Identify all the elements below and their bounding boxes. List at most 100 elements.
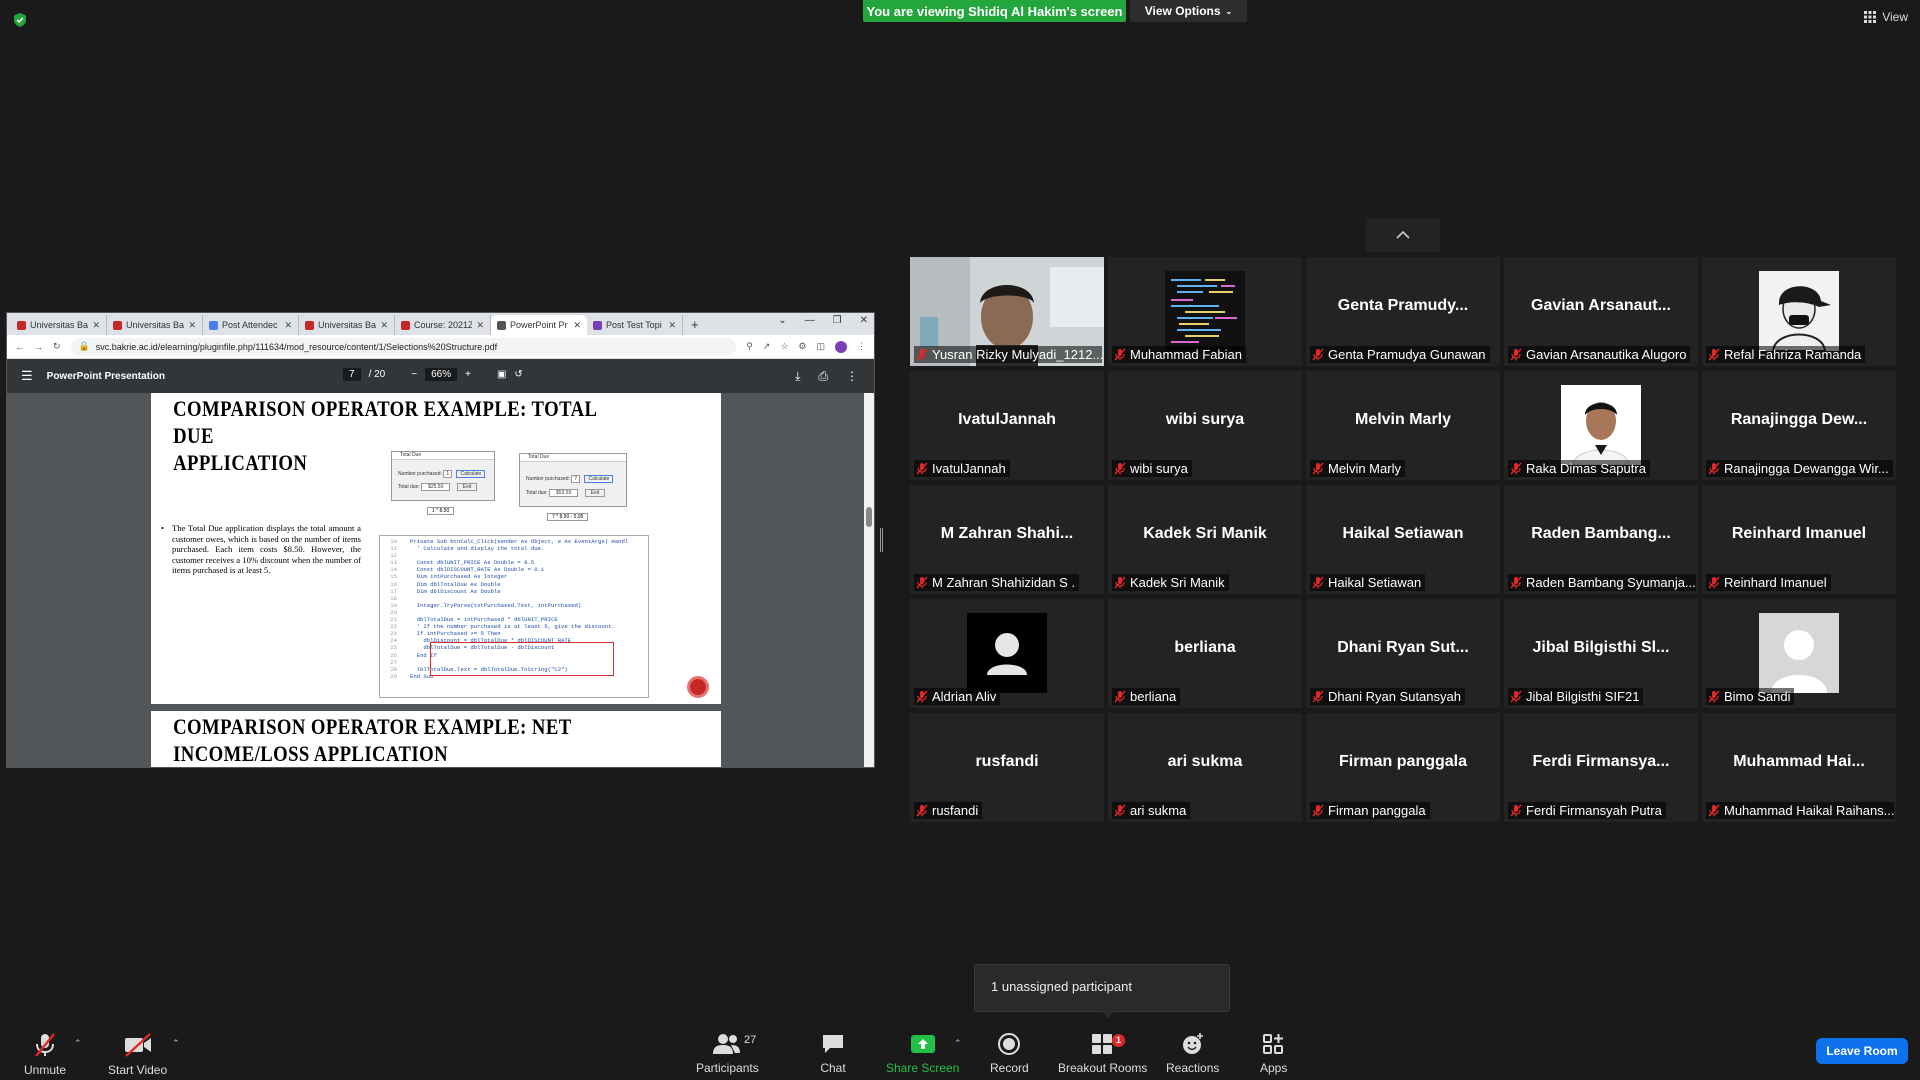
- zoom-icon[interactable]: ⚲: [746, 341, 753, 352]
- participant-tile[interactable]: Melvin Marly Melvin Marly: [1306, 371, 1500, 480]
- participant-tile[interactable]: Muhammad Fabian: [1108, 257, 1302, 366]
- restore-icon[interactable]: ❐: [833, 315, 842, 326]
- url-field[interactable]: 🔒 svc.bakrie.ac.id/elearning/pluginfile.…: [70, 337, 737, 356]
- browser-tab[interactable]: Universitas Ba ✕: [299, 315, 395, 335]
- participant-tile[interactable]: Jibal Bilgisthi Sl... Jibal Bilgisthi SIF…: [1504, 599, 1698, 708]
- rotate-icon[interactable]: ↺: [514, 369, 522, 380]
- security-shield-icon[interactable]: [12, 12, 28, 28]
- tab-search-icon[interactable]: ⌄: [778, 315, 786, 326]
- close-tab-icon[interactable]: ✕: [380, 320, 388, 331]
- participant-display-name: Firman panggala: [1338, 753, 1468, 770]
- participant-tile[interactable]: IvatulJannah IvatulJannah: [910, 371, 1104, 480]
- close-tab-icon[interactable]: ✕: [476, 320, 484, 331]
- mic-muted-icon: [1510, 462, 1522, 475]
- participant-name: Kadek Sri Manik: [1130, 575, 1225, 590]
- breakout-rooms-button[interactable]: Breakout Rooms: [1058, 1032, 1147, 1075]
- participant-tile[interactable]: M Zahran Shahi... M Zahran Shahizidan S .: [910, 485, 1104, 594]
- close-tab-icon[interactable]: ✕: [668, 320, 676, 331]
- minimize-icon[interactable]: —: [805, 315, 815, 326]
- reload-icon[interactable]: ↻: [53, 341, 61, 352]
- participant-tile[interactable]: Reinhard Imanuel Reinhard Imanuel: [1702, 485, 1896, 594]
- zoom-in-icon[interactable]: +: [465, 369, 471, 380]
- forward-icon[interactable]: →: [34, 342, 43, 352]
- zoom-level-input[interactable]: 66%: [425, 368, 458, 381]
- participant-tile[interactable]: Bimo Sandi: [1702, 599, 1896, 708]
- pdf-more-icon[interactable]: ⋮: [846, 369, 858, 384]
- bullet-text: The Total Due application displays the t…: [172, 523, 361, 575]
- unmute-button[interactable]: Unmute: [24, 1032, 66, 1077]
- share-options-icon[interactable]: ⌃: [954, 1038, 962, 1049]
- new-tab-icon[interactable]: +: [691, 317, 699, 332]
- view-label: View: [1882, 10, 1908, 24]
- close-tab-icon[interactable]: ✕: [284, 320, 292, 331]
- participant-name: Aldrian Aliv: [932, 689, 997, 704]
- bookmark-star-icon[interactable]: ☆: [780, 341, 788, 352]
- chat-button[interactable]: Chat: [820, 1032, 846, 1075]
- apps-button[interactable]: Apps: [1260, 1032, 1287, 1075]
- participant-tile[interactable]: Ranajingga Dew... Ranajingga Dewangga Wir…: [1702, 371, 1896, 480]
- pdf-scrollbar[interactable]: [864, 393, 874, 767]
- back-icon[interactable]: ←: [15, 342, 24, 352]
- participant-tile[interactable]: Kadek Sri Manik Kadek Sri Manik: [1108, 485, 1302, 594]
- browser-tab[interactable]: Post Attendec ✕: [203, 315, 299, 335]
- close-tab-icon[interactable]: ✕: [573, 320, 581, 331]
- participant-tile[interactable]: wibi surya wibi surya: [1108, 371, 1302, 480]
- browser-tab[interactable]: Post Test Topi ✕: [587, 315, 683, 335]
- participant-tile[interactable]: Yusran Rizky Mulyadi_1212...: [910, 257, 1104, 366]
- mic-muted-icon: [1114, 804, 1126, 817]
- participant-tile[interactable]: Muhammad Hai... Muhammad Haikal Raihans..…: [1702, 713, 1896, 822]
- print-icon[interactable]: ⎙: [818, 369, 828, 384]
- participant-tile[interactable]: Genta Pramudy... Genta Pramudya Gunawan: [1306, 257, 1500, 366]
- gallery-view-button[interactable]: View: [1864, 10, 1908, 24]
- fit-page-icon[interactable]: ▣: [497, 369, 506, 380]
- zoom-out-icon[interactable]: −: [411, 369, 417, 380]
- close-tab-icon[interactable]: ✕: [188, 320, 196, 331]
- leave-room-button[interactable]: Leave Room: [1816, 1038, 1908, 1064]
- participant-name-label: Bimo Sandi: [1706, 688, 1795, 705]
- resize-splitter[interactable]: [880, 528, 883, 552]
- sidepanel-icon[interactable]: ◫: [816, 341, 825, 352]
- browser-tab[interactable]: Universitas Ba ✕: [107, 315, 203, 335]
- browser-menu-icon[interactable]: ⋮: [857, 341, 866, 352]
- participant-tile[interactable]: Haikal Setiawan Haikal Setiawan: [1306, 485, 1500, 594]
- reactions-button[interactable]: Reactions: [1166, 1032, 1219, 1075]
- share-screen-button[interactable]: Share Screen: [886, 1032, 959, 1075]
- pdf-menu-icon[interactable]: ☰: [21, 368, 33, 384]
- participant-tile[interactable]: ari sukma ari sukma: [1108, 713, 1302, 822]
- download-icon[interactable]: ⤓: [795, 369, 800, 384]
- browser-tab[interactable]: Course: 2021Z ✕: [395, 315, 491, 335]
- participant-tile[interactable]: berliana berliana: [1108, 599, 1302, 708]
- extensions-icon[interactable]: ⚙: [798, 341, 806, 352]
- browser-tab[interactable]: PowerPoint Pr ✕: [491, 315, 587, 335]
- participant-name: IvatulJannah: [932, 461, 1006, 476]
- audio-options-icon[interactable]: ⌃: [74, 1038, 82, 1049]
- close-tab-icon[interactable]: ✕: [92, 320, 100, 331]
- share-page-icon[interactable]: ↗: [763, 341, 771, 352]
- pdf-title: PowerPoint Presentation: [46, 370, 166, 382]
- participant-name: Ferdi Firmansyah Putra: [1526, 803, 1662, 818]
- start-video-button[interactable]: Start Video: [108, 1032, 167, 1077]
- participant-tile[interactable]: Raden Bambang... Raden Bambang Syumanja..…: [1504, 485, 1698, 594]
- participant-tile[interactable]: Refal Fahriza Ramanda: [1702, 257, 1896, 366]
- browser-tab[interactable]: Universitas Ba ✕: [11, 315, 107, 335]
- view-options-button[interactable]: View Options ⌄: [1130, 0, 1247, 22]
- participant-tile[interactable]: Aldrian Aliv: [910, 599, 1104, 708]
- participant-code-avatar: [1165, 271, 1245, 351]
- video-options-icon[interactable]: ⌃: [172, 1038, 180, 1049]
- participant-tile[interactable]: Dhani Ryan Sut... Dhani Ryan Sutansyah: [1306, 599, 1500, 708]
- page-number-input[interactable]: 7: [343, 368, 361, 381]
- record-button[interactable]: Record: [990, 1032, 1029, 1075]
- default-avatar-icon: [1759, 613, 1839, 693]
- slide-title: COMPARISON OPERATOR EXAMPLE: NET INCOME/…: [151, 711, 636, 767]
- participant-tile[interactable]: Gavian Arsanaut... Gavian Arsanautika Alu…: [1504, 257, 1698, 366]
- close-window-icon[interactable]: ✕: [860, 315, 868, 326]
- collapse-gallery-button[interactable]: [1366, 218, 1440, 252]
- participant-tile[interactable]: rusfandi rusfandi: [910, 713, 1104, 822]
- participant-tile[interactable]: Raka Dimas Saputra: [1504, 371, 1698, 480]
- participant-tile[interactable]: Firman panggala Firman panggala: [1306, 713, 1500, 822]
- scrollbar-thumb[interactable]: [866, 507, 872, 527]
- mic-muted-icon: [916, 576, 928, 589]
- mic-muted-icon: [35, 1033, 55, 1057]
- profile-avatar-icon[interactable]: [835, 340, 847, 353]
- participant-tile[interactable]: Ferdi Firmansya... Ferdi Firmansyah Putra: [1504, 713, 1698, 822]
